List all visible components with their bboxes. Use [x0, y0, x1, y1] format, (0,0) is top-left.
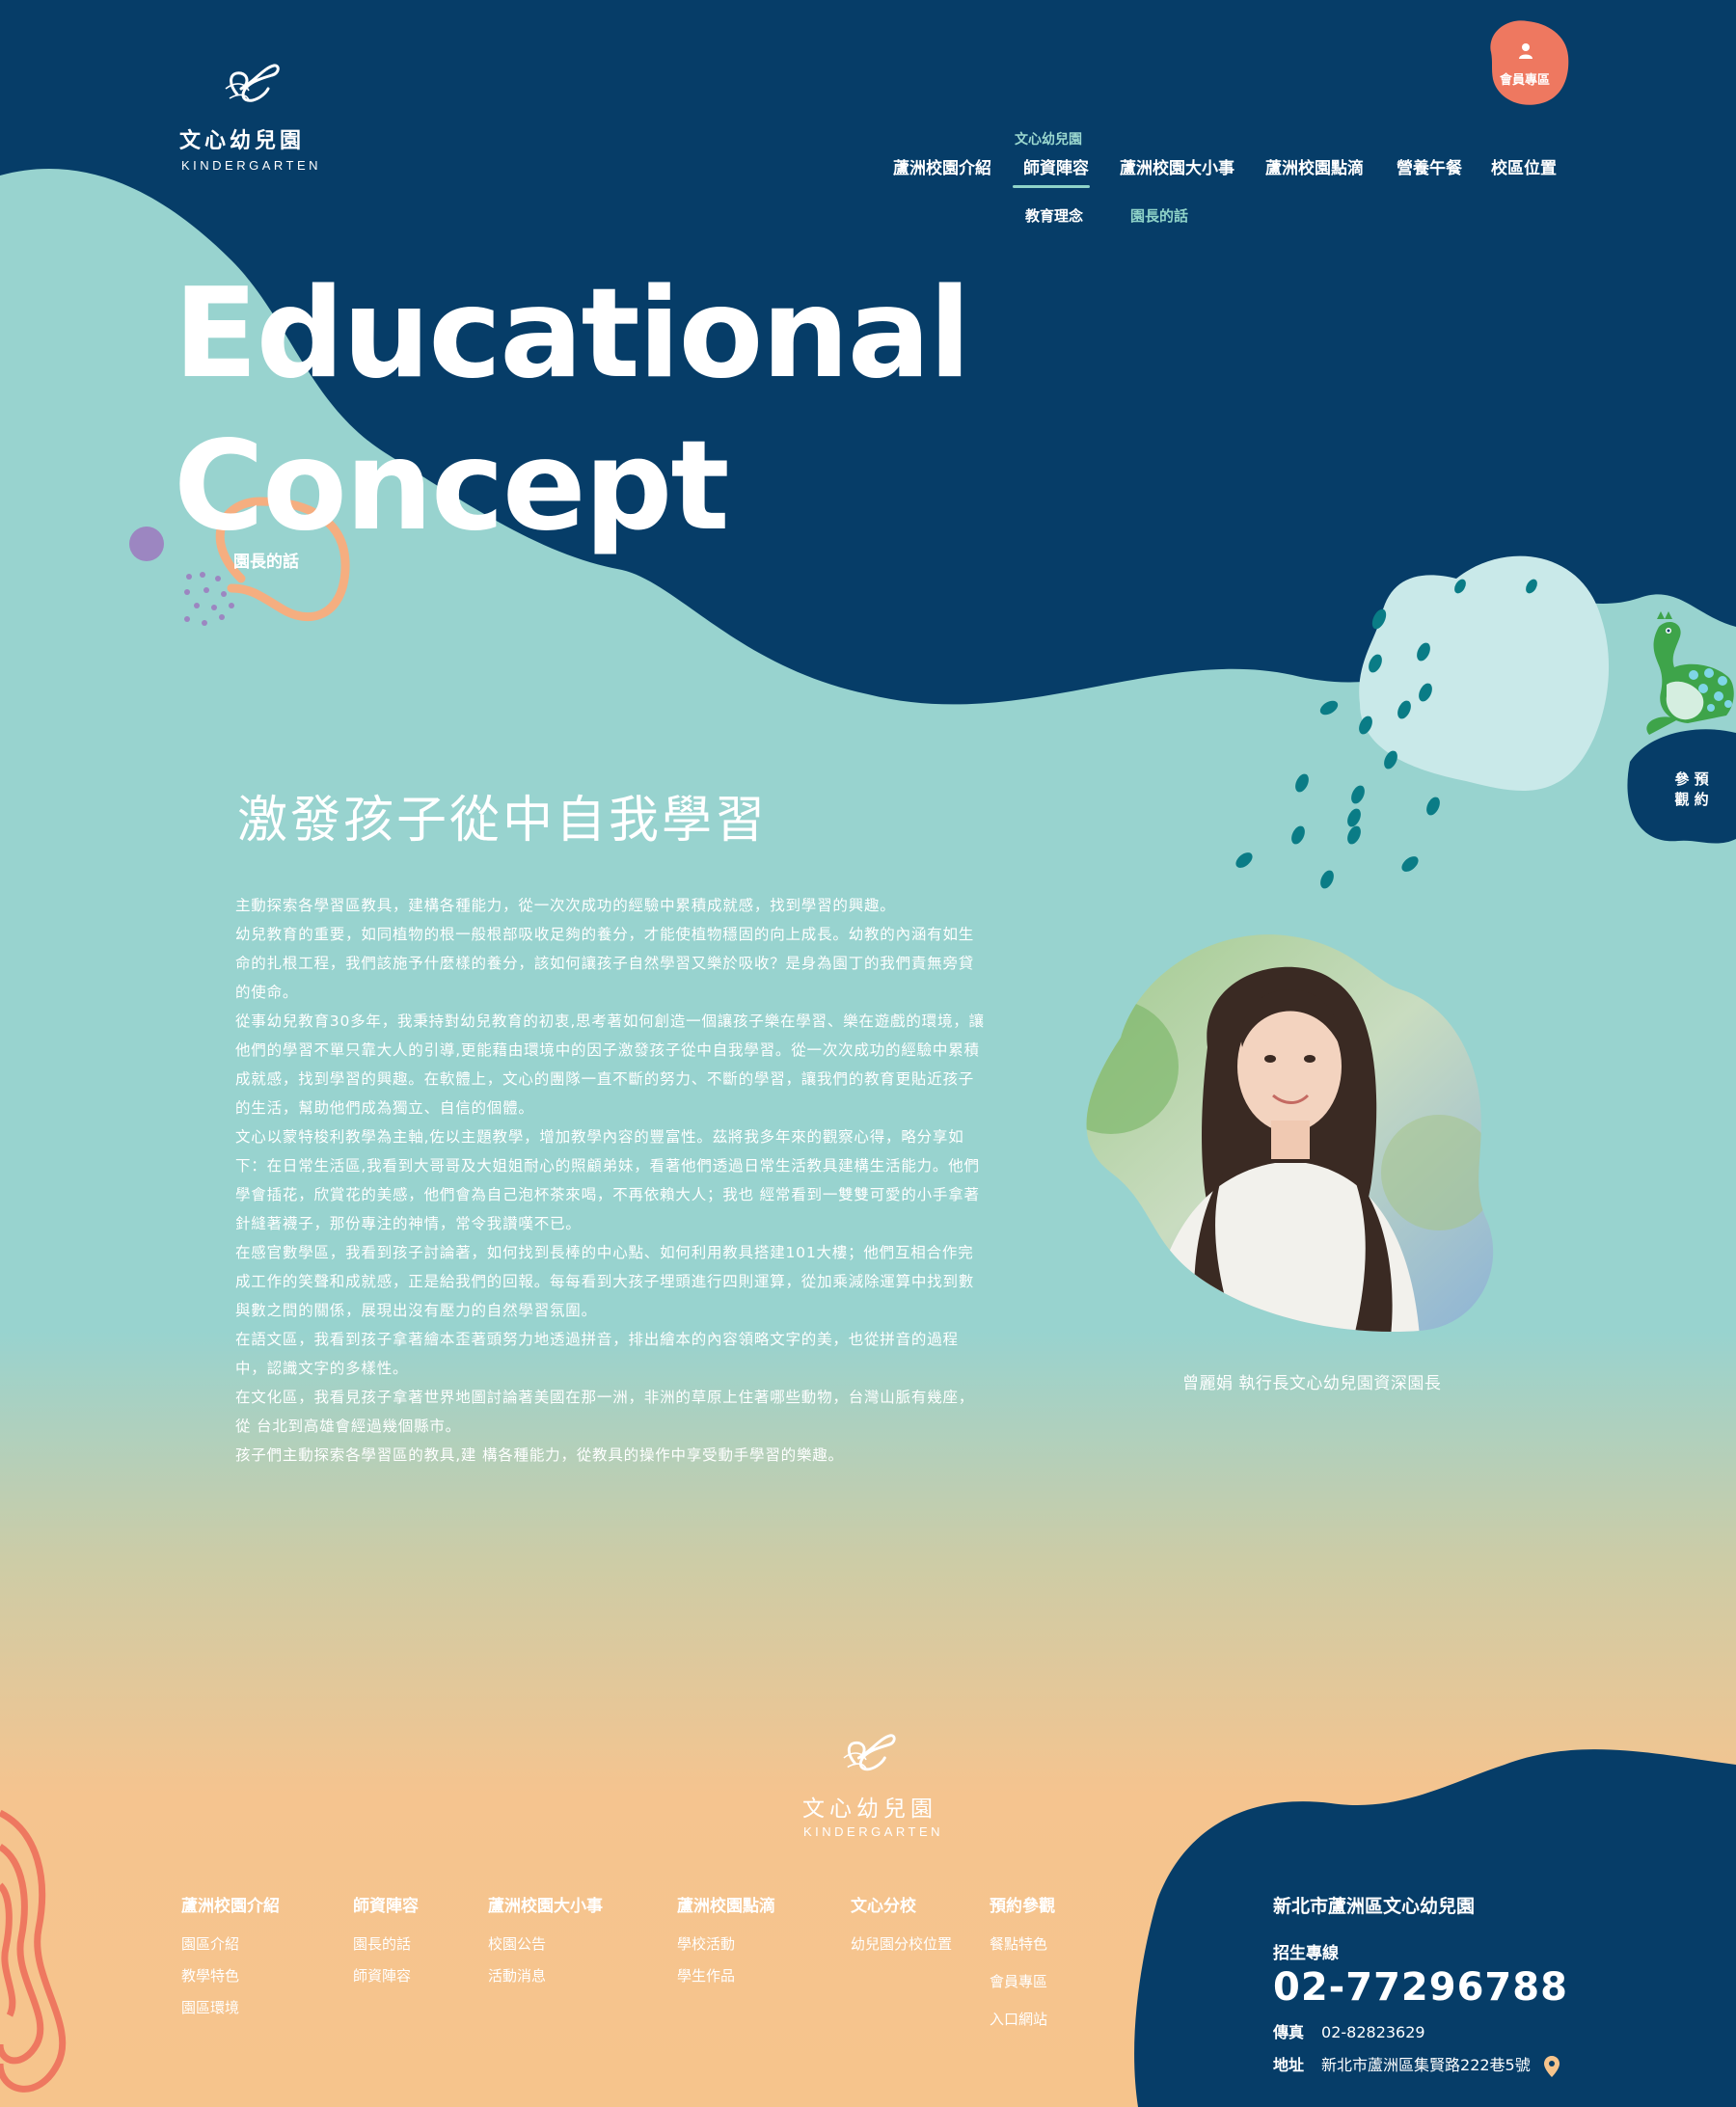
- footer-link[interactable]: 學生作品: [677, 1965, 775, 1985]
- footer-link[interactable]: 園長的話: [353, 1933, 419, 1954]
- footer-contact: 新北市蘆洲區文心幼兒園 招生專線 02-77296788 傳真 02-828236…: [1273, 1892, 1568, 2078]
- paragraph: 從事幼兒教育30多年，我秉持對幼兒教育的初衷,思考著如何創造一個讓孩子樂在學習、…: [235, 1013, 985, 1117]
- footer-col-campus-intro: 蘆洲校園介紹 園區介紹 教學特色 園區環境: [181, 1892, 280, 2029]
- principal-photo: [1086, 934, 1494, 1333]
- hotline-number[interactable]: 02-77296788: [1273, 1965, 1568, 2010]
- footer-col-campus-events: 蘆洲校園大小事 校園公告 活動消息: [488, 1892, 603, 1997]
- address-label: 地址: [1273, 2056, 1305, 2074]
- nav-item-campus-moments[interactable]: 蘆洲校園點滴: [1265, 154, 1364, 178]
- footer-col-heading[interactable]: 預約參觀: [990, 1892, 1055, 1916]
- footer-col-heading[interactable]: 蘆洲校園介紹: [181, 1892, 280, 1916]
- hero-title: Educational Concept: [174, 258, 971, 563]
- footer-link[interactable]: 園區介紹: [181, 1933, 280, 1954]
- fax-label: 傳真: [1273, 2023, 1305, 2041]
- footer-col-branches: 文心分校 幼兒園分校位置: [851, 1892, 952, 1965]
- address-text: 新北市蘆洲區集賢路222巷5號: [1321, 2056, 1531, 2074]
- article-body: 主動探索各學習區教具，建構各種能力，從一次次成功的經驗中累積成就感，找到學習的興…: [235, 891, 988, 1470]
- nav-item-location[interactable]: 校區位置: [1491, 154, 1557, 178]
- footer-col-faculty: 師資陣容 園長的話 師資陣容: [353, 1892, 419, 1997]
- paragraph: 主動探索各學習區教具，建構各種能力，從一次次成功的經驗中累積成就感，找到學習的興…: [235, 897, 896, 914]
- book-visit-side-button[interactable]: 參 預 觀 約: [1668, 770, 1715, 810]
- fax-number: 02-82823629: [1321, 2023, 1425, 2041]
- footer-col-heading[interactable]: 蘆洲校園點滴: [677, 1892, 775, 1916]
- footer-link[interactable]: 教學特色: [181, 1965, 280, 1985]
- location-pin-icon[interactable]: [1543, 2055, 1560, 2078]
- footer-link[interactable]: 學校活動: [677, 1933, 775, 1954]
- nav-active-sub-label: 文心幼兒園: [1015, 132, 1082, 148]
- logo-mark[interactable]: [220, 60, 282, 114]
- fax-row: 傳真 02-82823629: [1273, 2019, 1568, 2042]
- footer-link[interactable]: 入口網站: [990, 2009, 1055, 2029]
- footer-link[interactable]: 會員專區: [990, 1971, 1055, 1991]
- paragraph: 幼兒教育的重要，如同植物的根一般根部吸收足夠的養分，才能使植物穩固的向上成長。幼…: [235, 926, 975, 1001]
- member-area-label: 會員專區: [1499, 73, 1550, 88]
- book-visit-label-line2: 觀 約: [1674, 791, 1709, 808]
- footer-logo-mark[interactable]: [837, 1730, 899, 1782]
- member-area-button[interactable]: [1478, 14, 1572, 108]
- footer-col-campus-moments: 蘆洲校園點滴 學校活動 學生作品: [677, 1892, 775, 1997]
- footer-col-heading[interactable]: 師資陣容: [353, 1892, 419, 1916]
- nav-item-faculty[interactable]: 師資陣容: [1023, 154, 1089, 178]
- footer-col-book-visit: 預約參觀 餐點特色 會員專區 入口網站: [990, 1892, 1055, 2040]
- footer-col-heading[interactable]: 文心分校: [851, 1892, 952, 1916]
- purple-dot-cluster: [184, 572, 234, 626]
- subnav-item-principal-words[interactable]: 園長的話: [1130, 205, 1188, 226]
- book-visit-label-line1: 參 預: [1674, 770, 1709, 788]
- dinosaur-icon[interactable]: [1620, 608, 1736, 771]
- footer-link[interactable]: 校園公告: [488, 1933, 603, 1954]
- photo-caption: 曾麗娟 執行長文心幼兒園資深園長: [1182, 1374, 1442, 1393]
- footer-link[interactable]: 園區環境: [181, 1997, 280, 2017]
- subnav-item-philosophy[interactable]: 教育理念: [1025, 205, 1083, 226]
- logo-text-zh[interactable]: 文心幼兒園: [179, 123, 305, 154]
- paragraph: 文心以蒙特梭利教學為主軸,佐以主題教學，增加教學內容的豐富性。茲將我多年來的觀察…: [235, 1128, 980, 1232]
- address-row: 地址 新北市蘆洲區集賢路222巷5號: [1273, 2052, 1568, 2078]
- paragraph: 孩子們主動探索各學習區的教具,建 構各種能力，從教具的操作中享受動手學習的樂趣。: [235, 1446, 844, 1464]
- purple-dot: [129, 527, 164, 561]
- nav-active-underline: [1013, 185, 1090, 188]
- footer-link[interactable]: 活動消息: [488, 1965, 603, 1985]
- paragraph: 在語文區，我看到孩子拿著繪本歪著頭努力地透過拼音，排出繪本的內容領略文字的美，也…: [235, 1331, 959, 1377]
- nav-item-campus-events[interactable]: 蘆洲校園大小事: [1120, 154, 1234, 178]
- paragraph: 在文化區，我看見孩子拿著世界地圖討論著美國在那一洲，非洲的草原上住著哪些動物，台…: [235, 1389, 975, 1435]
- hero-title-line2: Concept: [174, 415, 729, 558]
- footer-link[interactable]: 師資陣容: [353, 1965, 419, 1985]
- footer-col-heading[interactable]: 蘆洲校園大小事: [488, 1892, 603, 1916]
- user-icon: [1519, 43, 1533, 59]
- contact-school-name: 新北市蘆洲區文心幼兒園: [1273, 1896, 1476, 1917]
- paragraph: 在感官數學區，我看到孩子討論著，如何找到長棒的中心點、如何利用教具搭建101大樓…: [235, 1244, 975, 1319]
- hero-badge: 園長的話: [233, 553, 299, 572]
- nav-item-lunch[interactable]: 營養午餐: [1397, 154, 1462, 178]
- nav-item-campus-intro[interactable]: 蘆洲校園介紹: [893, 154, 991, 178]
- footer-link[interactable]: 幼兒園分校位置: [851, 1933, 952, 1954]
- footer-logo-text-zh: 文心幼兒園: [802, 1796, 937, 1822]
- footer-link[interactable]: 餐點特色: [990, 1933, 1055, 1954]
- section-title: 激發孩子從中自我學習: [237, 792, 769, 850]
- hero-title-line1: Educational: [174, 262, 971, 406]
- logo-text-en: KINDERGARTEN: [181, 158, 322, 173]
- coral-contour: [0, 1809, 67, 2093]
- footer-logo-text-en: KINDERGARTEN: [803, 1824, 944, 1839]
- hotline-label: 招生專線: [1273, 1944, 1339, 1963]
